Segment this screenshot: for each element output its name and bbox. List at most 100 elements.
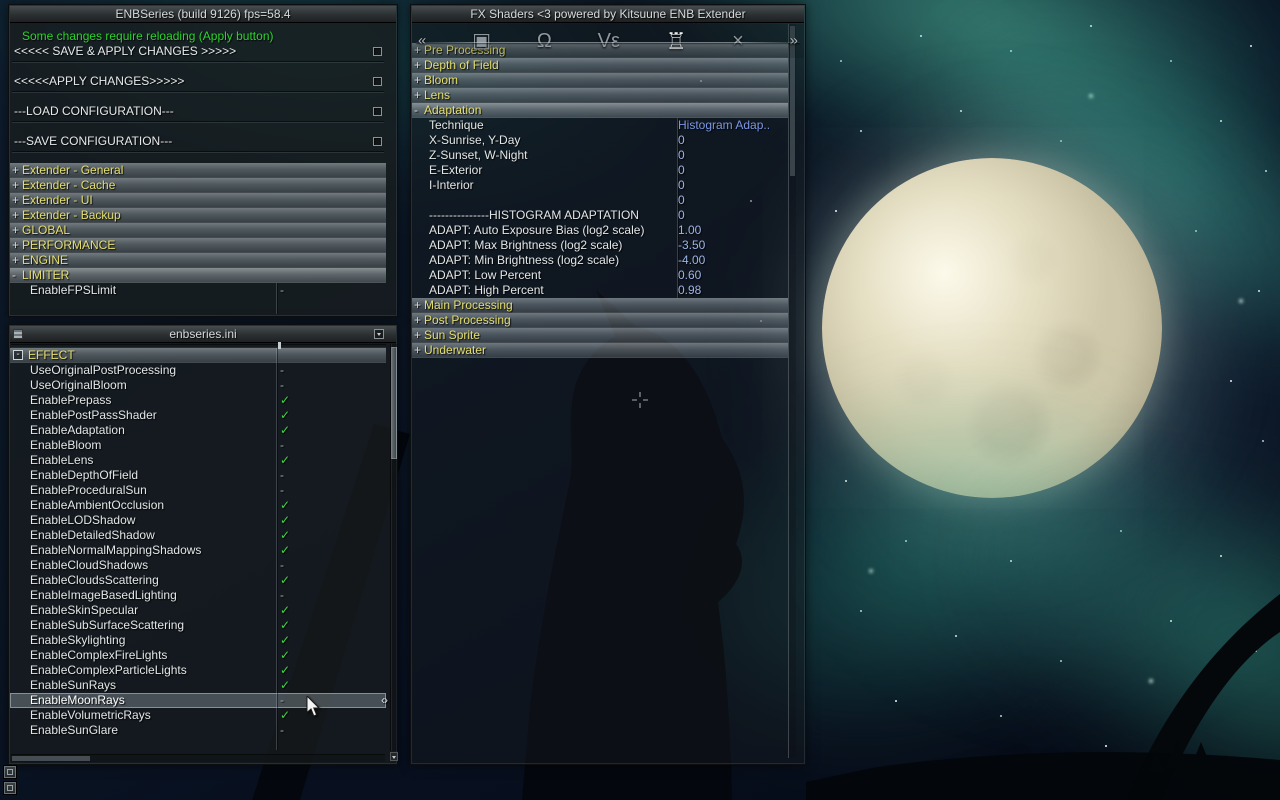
effect-toggle-row[interactable]: EnablePrepass ✓ [10, 393, 386, 408]
toggle-value[interactable]: ✓ [280, 678, 290, 693]
toggle-value[interactable]: ✓ [280, 633, 290, 648]
category-row[interactable]: - Adaptation [412, 103, 788, 118]
category-row[interactable]: + Extender - General [10, 163, 386, 178]
effect-toggle-row[interactable]: EnableAdaptation ✓ [10, 423, 386, 438]
expand-icon[interactable]: + [12, 238, 19, 253]
expand-icon[interactable]: + [12, 163, 19, 178]
toggle-value[interactable]: ✓ [280, 408, 290, 423]
param-value[interactable]: 1.00 [678, 223, 701, 238]
minimized-window-button[interactable] [4, 782, 16, 794]
expand-icon[interactable]: - [12, 268, 16, 283]
ini-titlebar[interactable]: enbseries.ini [10, 326, 396, 343]
effect-toggle-row[interactable]: EnableCloudShadows - [10, 558, 386, 573]
scrollbar-thumb[interactable] [12, 756, 90, 761]
toggle-value[interactable]: ✓ [280, 663, 290, 678]
param-row[interactable]: Z-Sunset, W-Night 0 [412, 148, 788, 163]
effect-toggle-row[interactable]: EnableNormalMappingShadows ✓ [10, 543, 386, 558]
toggle-value[interactable]: ✓ [280, 708, 290, 723]
param-row[interactable]: ADAPT: High Percent 0.98 [412, 283, 788, 298]
enb-action-button[interactable]: ---LOAD CONFIGURATION--- [10, 104, 386, 122]
category-row[interactable]: + Extender - Cache [10, 178, 386, 193]
vertical-scrollbar[interactable] [390, 344, 398, 751]
effect-toggle-row[interactable]: EnableAmbientOcclusion ✓ [10, 498, 386, 513]
param-row[interactable]: Technique Histogram Adap.. [412, 118, 788, 133]
expand-icon[interactable]: + [414, 313, 421, 328]
category-row[interactable]: + Extender - Backup [10, 208, 386, 223]
category-row[interactable]: + ENGINE [10, 253, 386, 268]
effect-section-header[interactable]: - EFFECT [10, 348, 386, 363]
toggle-value[interactable]: ✓ [280, 423, 290, 438]
collapse-box-icon[interactable]: - [13, 350, 23, 360]
toggle-value[interactable]: ✓ [280, 648, 290, 663]
param-row[interactable]: X-Sunrise, Y-Day 0 [412, 133, 788, 148]
expand-icon[interactable]: + [414, 73, 421, 88]
effect-toggle-row[interactable]: EnableImageBasedLighting - [10, 588, 386, 603]
toggle-value[interactable]: - [280, 438, 284, 453]
category-row[interactable]: + Underwater [412, 343, 788, 358]
effect-toggle-row[interactable]: EnableLODShadow ✓ [10, 513, 386, 528]
category-row[interactable]: + Extender - UI [10, 193, 386, 208]
toggle-value[interactable]: ✓ [280, 393, 290, 408]
param-value[interactable]: 0 [678, 178, 685, 193]
category-row[interactable]: + Bloom [412, 73, 788, 88]
effect-toggle-row[interactable]: EnableMoonRays - ‹› [10, 693, 388, 708]
expand-icon[interactable]: + [12, 193, 19, 208]
param-value[interactable]: - [280, 283, 284, 298]
toggle-value[interactable]: ✓ [280, 513, 290, 528]
category-row[interactable]: + Pre Processing [412, 43, 788, 58]
vertical-scrollbar[interactable] [788, 24, 796, 758]
param-value[interactable]: Histogram Adap.. [678, 118, 770, 133]
effect-toggle-row[interactable]: EnablePostPassShader ✓ [10, 408, 386, 423]
column-resize-track[interactable] [11, 342, 386, 349]
effect-toggle-row[interactable]: EnableDepthOfField - [10, 468, 386, 483]
effect-toggle-row[interactable]: EnableSunGlare - [10, 723, 386, 738]
scrollbar-thumb[interactable] [391, 347, 397, 459]
expand-icon[interactable]: + [414, 58, 421, 73]
param-value[interactable]: 0 [678, 193, 685, 208]
toggle-value[interactable]: ✓ [280, 603, 290, 618]
category-row[interactable]: + PERFORMANCE [10, 238, 386, 253]
toggle-value[interactable]: ✓ [280, 453, 290, 468]
effect-toggle-row[interactable]: EnableCloudsScattering ✓ [10, 573, 386, 588]
toggle-value[interactable]: ✓ [280, 498, 290, 513]
expand-icon[interactable]: + [12, 208, 19, 223]
toggle-value[interactable]: ✓ [280, 528, 290, 543]
param-row[interactable]: ADAPT: Min Brightness (log2 scale) -4.00 [412, 253, 788, 268]
toggle-value[interactable]: - [280, 723, 284, 738]
param-row[interactable]: E-Exterior 0 [412, 163, 788, 178]
toggle-value[interactable]: - [280, 378, 284, 393]
apply-checkbox[interactable] [373, 137, 382, 146]
effect-toggle-row[interactable]: EnableSkylighting ✓ [10, 633, 386, 648]
category-row[interactable]: + Lens [412, 88, 788, 103]
effect-toggle-row[interactable]: EnableSunRays ✓ [10, 678, 386, 693]
collapse-all-button[interactable] [374, 329, 384, 339]
category-row[interactable]: + Main Processing [412, 298, 788, 313]
apply-checkbox[interactable] [373, 77, 382, 86]
category-row[interactable]: + Depth of Field [412, 58, 788, 73]
effect-toggle-row[interactable]: UseOriginalBloom - [10, 378, 386, 393]
toggle-edit-arrows[interactable]: ‹› [381, 693, 388, 708]
param-value[interactable]: 0 [678, 148, 685, 163]
effect-toggle-row[interactable]: EnableProceduralSun - [10, 483, 386, 498]
toggle-value[interactable]: ✓ [280, 573, 290, 588]
expand-icon[interactable]: + [414, 328, 421, 343]
minimized-window-button[interactable] [4, 766, 16, 778]
effect-toggle-row[interactable]: EnableDetailedShadow ✓ [10, 528, 386, 543]
toggle-value[interactable]: - [280, 483, 284, 498]
scroll-down-button[interactable] [390, 752, 398, 761]
toggle-value[interactable]: ✓ [280, 618, 290, 633]
expand-icon[interactable]: + [414, 43, 421, 58]
toggle-value[interactable]: - [280, 588, 284, 603]
toggle-value[interactable]: - [280, 558, 284, 573]
param-row[interactable]: ADAPT: Auto Exposure Bias (log2 scale) 1… [412, 223, 788, 238]
enb-action-button[interactable]: ---SAVE CONFIGURATION--- [10, 134, 386, 152]
enb-action-button[interactable]: <<<<< SAVE & APPLY CHANGES >>>>> [10, 44, 386, 62]
expand-icon[interactable]: + [414, 343, 421, 358]
scrollbar-thumb[interactable] [790, 26, 795, 176]
category-row[interactable]: + Post Processing [412, 313, 788, 328]
fx-titlebar[interactable]: FX Shaders <3 powered by Kitsuune ENB Ex… [412, 6, 804, 23]
effect-toggle-row[interactable]: EnableComplexParticleLights ✓ [10, 663, 386, 678]
effect-toggle-row[interactable]: EnableComplexFireLights ✓ [10, 648, 386, 663]
effect-toggle-row[interactable]: EnableSubSurfaceScattering ✓ [10, 618, 386, 633]
expand-icon[interactable]: + [12, 223, 19, 238]
